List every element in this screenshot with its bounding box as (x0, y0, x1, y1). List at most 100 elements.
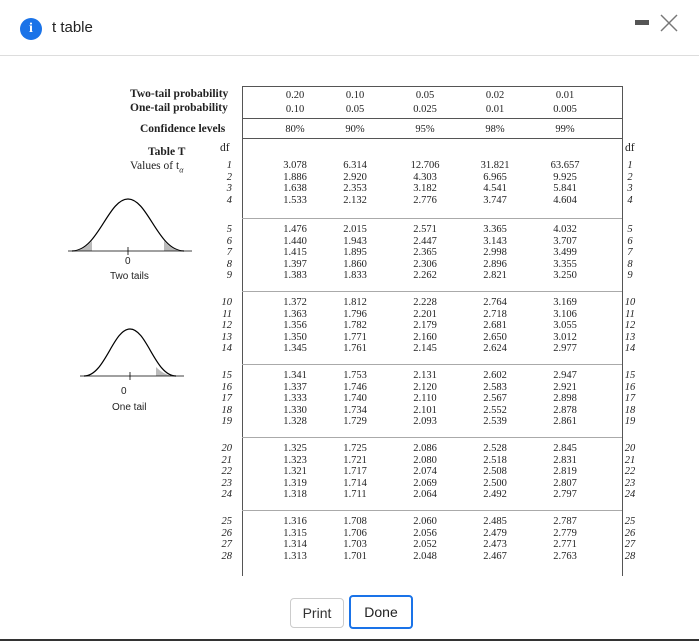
close-icon[interactable] (657, 11, 681, 35)
table-cell: 2.539 (483, 416, 507, 428)
table-cell: 9.925 (553, 171, 577, 183)
table-cell: 1.886 (283, 171, 307, 183)
table-cell: 2.479 (483, 527, 507, 539)
table-cell: 3.182 (413, 183, 437, 195)
table-cell: 6.965 (483, 171, 507, 183)
table-cell: 3.012 (553, 331, 577, 343)
df-label-right: df (625, 142, 635, 154)
df-value: 5 (226, 224, 232, 235)
value-column-0-block-3: 1.341 1.337 1.333 1.330 1.328 (270, 370, 320, 428)
table-cell: 2.787 (553, 516, 577, 527)
df-value: 9 (226, 270, 232, 282)
table-cell: 2.998 (483, 247, 507, 259)
df-value: 21 (221, 454, 233, 466)
table-cell: 1.316 (283, 516, 307, 527)
minimize-icon[interactable] (635, 20, 649, 25)
value-column-4-block-1: 4.032 3.707 3.499 3.355 3.250 (540, 224, 590, 282)
table-cell: 4.604 (553, 194, 577, 206)
two-tail-header: Two-tail probability (130, 88, 229, 100)
one-tail-curve-diagram (80, 328, 184, 380)
table-cell: 1.729 (343, 416, 367, 428)
t-table: Two-tail probability One-tail probabilit… (0, 56, 699, 641)
value-column-4-block-2: 3.169 3.106 3.055 3.012 2.977 (540, 297, 590, 355)
value-column-1-block-4: 1.725 1.721 1.717 1.714 1.711 (330, 443, 380, 501)
df-value: 16 (624, 381, 636, 393)
value-column-2-block-4: 2.086 2.080 2.074 2.069 2.064 (400, 443, 450, 501)
window-bottom-border (0, 639, 699, 641)
table-cell: 3.707 (553, 235, 577, 247)
table-cell: 2.120 (413, 381, 437, 393)
df-value: 24 (221, 489, 233, 501)
df-column-right-block-4: 20 21 22 23 24 (622, 443, 638, 501)
table-cell: 1.833 (343, 270, 367, 282)
df-value: 20 (624, 443, 636, 454)
table-cell: 1.440 (283, 235, 307, 247)
table-cell: 2.528 (483, 443, 507, 454)
table-cell: 1.330 (283, 404, 307, 416)
df-value: 13 (624, 331, 636, 343)
table-cell: 3.078 (283, 160, 307, 171)
table-cell: 1.315 (283, 527, 307, 539)
value-column-3-block-4: 2.528 2.518 2.508 2.500 2.492 (470, 443, 520, 501)
df-value: 12 (624, 320, 636, 332)
print-button[interactable]: Print (290, 598, 344, 628)
df-value: 6 (226, 235, 232, 247)
table-cell: 2.779 (553, 527, 577, 539)
one-tail-header: One-tail probability (130, 102, 228, 114)
df-value: 2 (226, 171, 232, 183)
df-column-left-block-3: 15 16 17 18 19 (206, 370, 233, 428)
df-value: 15 (624, 370, 636, 381)
table-cell: 2.845 (553, 443, 577, 454)
confidence-values-4: 99% (555, 124, 575, 135)
df-value: 28 (221, 550, 233, 562)
df-value: 14 (624, 343, 636, 355)
df-value: 7 (226, 247, 232, 259)
value-column-3-block-0: 31.821 6.965 4.541 3.747 (470, 160, 520, 206)
df-value: 1 (627, 160, 633, 171)
two-tail-values-2: 0.05 (415, 90, 435, 101)
table-cell: 2.048 (413, 550, 437, 562)
value-column-3-block-2: 2.764 2.718 2.681 2.650 2.624 (470, 297, 520, 355)
df-value: 28 (624, 550, 636, 562)
table-cell: 2.508 (483, 466, 507, 478)
confidence-values-1: 90% (345, 124, 365, 135)
df-value: 7 (627, 247, 633, 259)
table-cell: 3.355 (553, 258, 577, 270)
df-value: 27 (624, 539, 636, 551)
table-cell: 1.321 (283, 466, 307, 478)
df-value: 25 (624, 516, 636, 527)
value-column-2-block-1: 2.571 2.447 2.365 2.306 2.262 (400, 224, 450, 282)
table-cell: 2.831 (553, 454, 577, 466)
table-cell: 3.055 (553, 320, 577, 332)
df-value: 4 (226, 194, 232, 206)
value-column-1-block-3: 1.753 1.746 1.740 1.734 1.729 (330, 370, 380, 428)
done-button[interactable]: Done (349, 595, 413, 629)
value-column-1-block-1: 2.015 1.943 1.895 1.860 1.833 (330, 224, 380, 282)
zero-label-one-tail: 0 (121, 386, 127, 397)
table-cell: 1.333 (283, 393, 307, 405)
table-cell: 2.056 (413, 527, 437, 539)
table-cell: 2.624 (483, 343, 507, 355)
table-cell: 1.753 (343, 370, 367, 381)
df-column-right-block-3: 15 16 17 18 19 (622, 370, 638, 428)
df-value: 17 (221, 393, 233, 405)
one-tail-values-2: 0.025 (413, 104, 437, 115)
table-cell: 2.492 (483, 489, 507, 501)
table-cell: 1.734 (343, 404, 367, 416)
table-cell: 1.319 (283, 477, 307, 489)
df-value: 19 (221, 416, 233, 428)
table-cell: 2.131 (413, 370, 437, 381)
df-value: 23 (624, 477, 636, 489)
two-tail-values-3: 0.02 (485, 90, 505, 101)
table-cell: 1.313 (283, 550, 307, 562)
df-value: 2 (627, 171, 633, 183)
dialog-title: t table (52, 19, 93, 36)
table-cell: 2.861 (553, 416, 577, 428)
table-cell: 2.201 (413, 308, 437, 320)
df-column-left-block-5: 25 26 27 28 (206, 516, 233, 562)
table-cell: 1.345 (283, 343, 307, 355)
df-value: 13 (221, 331, 233, 343)
df-value: 4 (627, 194, 633, 206)
table-cell: 2.101 (413, 404, 437, 416)
table-cell: 2.353 (343, 183, 367, 195)
